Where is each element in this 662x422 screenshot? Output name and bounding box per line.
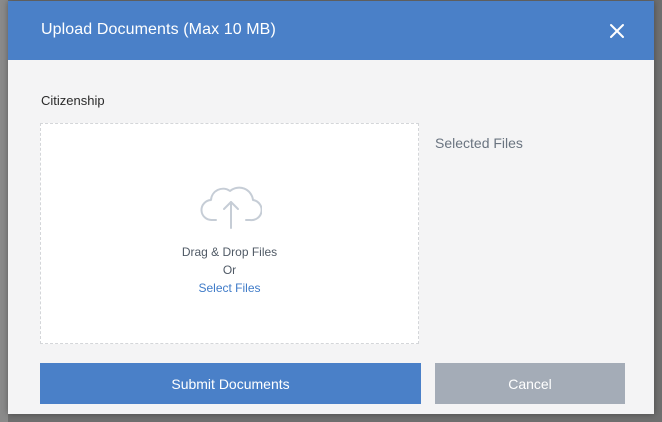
field-label: Citizenship	[41, 93, 105, 108]
modal-title: Upload Documents (Max 10 MB)	[41, 21, 276, 38]
submit-documents-button[interactable]: Submit Documents	[40, 363, 421, 404]
modal-header: Upload Documents (Max 10 MB)	[8, 1, 654, 60]
cancel-button[interactable]: Cancel	[435, 363, 625, 404]
selected-files-label: Selected Files	[435, 135, 523, 151]
file-dropzone[interactable]: Drag & Drop Files Or Select Files	[40, 123, 419, 344]
select-files-link[interactable]: Select Files	[41, 281, 418, 295]
drag-drop-text: Drag & Drop Files	[181, 245, 278, 259]
background-page	[0, 0, 8, 422]
upload-documents-modal: Upload Documents (Max 10 MB) Citizenship…	[8, 1, 654, 414]
or-text: Or	[222, 263, 237, 277]
cloud-upload-icon	[200, 180, 263, 230]
close-icon[interactable]	[606, 20, 628, 42]
